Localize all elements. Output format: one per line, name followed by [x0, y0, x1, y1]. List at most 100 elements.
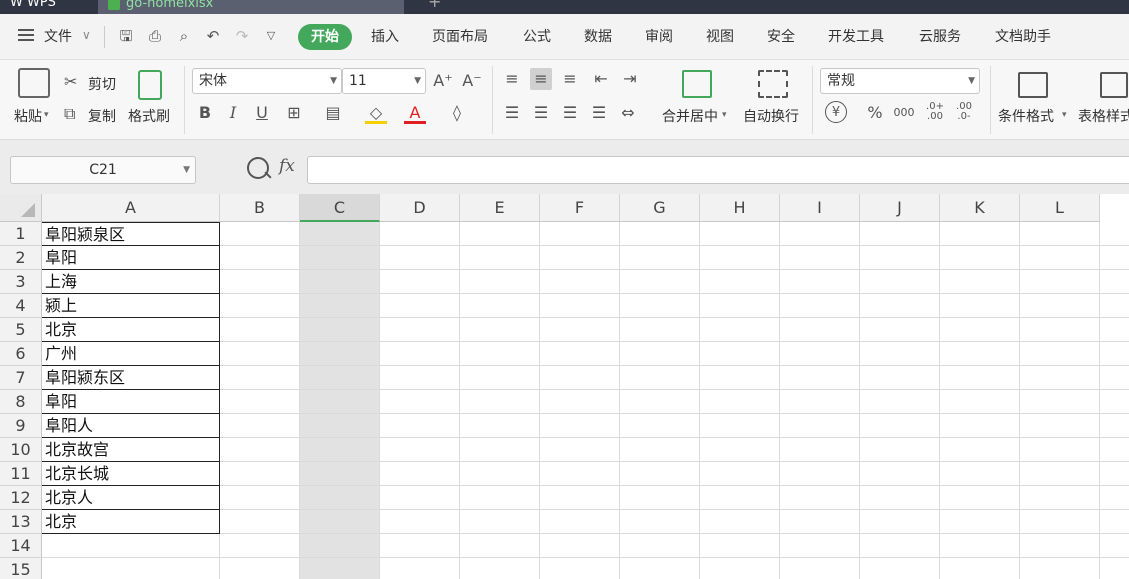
align-right-icon[interactable]: ☰: [559, 102, 581, 124]
border-icon[interactable]: ⊞: [283, 102, 305, 124]
column-header-f[interactable]: F: [540, 194, 620, 222]
tab-insert[interactable]: 插入: [371, 26, 399, 46]
chevron-down-icon[interactable]: ∨: [82, 28, 91, 42]
row-header-5[interactable]: 5: [0, 318, 42, 342]
font-name-select[interactable]: 宋体 ▼: [192, 68, 342, 94]
spreadsheet-grid[interactable]: A B C D E F G H I J K L 1 2 3 4 5 6 7 8 9 10 11 12 13 14 15 阜阳颍泉区 阜阳…: [0, 194, 1129, 579]
align-center-icon[interactable]: ☰: [530, 102, 552, 124]
justify-icon[interactable]: ☰: [588, 102, 610, 124]
decrease-font-icon[interactable]: A⁻: [461, 70, 483, 92]
row-header-4[interactable]: 4: [0, 294, 42, 318]
tab-cloud[interactable]: 云服务: [919, 26, 961, 46]
row-header-7[interactable]: 7: [0, 366, 42, 390]
column-header-i[interactable]: I: [780, 194, 860, 222]
row-header-2[interactable]: 2: [0, 246, 42, 270]
bold-button[interactable]: B: [194, 102, 216, 124]
fill-color-icon[interactable]: ◇: [365, 102, 387, 124]
column-header-b[interactable]: B: [220, 194, 300, 222]
distribute-icon[interactable]: ⇔: [617, 102, 639, 124]
row-header-10[interactable]: 10: [0, 438, 42, 462]
cut-button[interactable]: 剪切: [88, 74, 116, 94]
conditional-format-button[interactable]: 条件格式: [998, 106, 1054, 126]
copy-icon[interactable]: ⧉: [64, 104, 75, 124]
menu-icon[interactable]: [18, 29, 34, 41]
tab-data[interactable]: 数据: [584, 26, 612, 46]
tab-formulas[interactable]: 公式: [523, 26, 551, 46]
cell-a13[interactable]: 北京: [42, 510, 220, 534]
align-left-icon[interactable]: ☰: [501, 102, 523, 124]
tab-view[interactable]: 视图: [706, 26, 734, 46]
chevron-down-icon[interactable]: ▾: [722, 110, 727, 120]
cell-a5[interactable]: 北京: [42, 318, 220, 342]
select-all-corner[interactable]: [0, 194, 42, 222]
row-header-15[interactable]: 15: [0, 558, 42, 579]
cell-a4[interactable]: 颍上: [42, 294, 220, 318]
column-header-j[interactable]: J: [860, 194, 940, 222]
paste-button[interactable]: 粘贴: [14, 106, 42, 126]
app-tab[interactable]: W WPS: [0, 0, 66, 14]
cell-a12[interactable]: 北京人: [42, 486, 220, 510]
row-header-3[interactable]: 3: [0, 270, 42, 294]
conditional-format-icon[interactable]: [1018, 72, 1048, 98]
new-tab-button[interactable]: +: [428, 0, 441, 11]
column-header-g[interactable]: G: [620, 194, 700, 222]
cell-a6[interactable]: 广州: [42, 342, 220, 366]
print-icon[interactable]: ⎙: [146, 27, 164, 45]
copy-button[interactable]: 复制: [88, 106, 116, 126]
currency-icon[interactable]: ¥: [825, 101, 847, 123]
scissors-icon[interactable]: ✂: [64, 72, 77, 91]
row-header-13[interactable]: 13: [0, 510, 42, 534]
column-header-e[interactable]: E: [460, 194, 540, 222]
document-tab[interactable]: go-homelxlsx: [98, 0, 404, 14]
name-box[interactable]: C21 ▼: [10, 156, 196, 184]
column-header-l[interactable]: L: [1020, 194, 1100, 222]
font-color-icon[interactable]: A: [404, 102, 426, 124]
merge-center-button[interactable]: 合并居中: [662, 106, 718, 126]
row-header-8[interactable]: 8: [0, 390, 42, 414]
tab-review[interactable]: 审阅: [645, 26, 673, 46]
tab-home[interactable]: 开始: [298, 24, 352, 50]
percent-button[interactable]: %: [864, 102, 886, 124]
number-format-select[interactable]: 常规 ▼: [820, 68, 980, 94]
cell-a3[interactable]: 上海: [42, 270, 220, 294]
formula-input[interactable]: [307, 156, 1129, 184]
increase-indent-icon[interactable]: ⇥: [619, 68, 641, 90]
decrease-indent-icon[interactable]: ⇤: [590, 68, 612, 90]
row-header-6[interactable]: 6: [0, 342, 42, 366]
format-painter-button[interactable]: 格式刷: [128, 106, 170, 126]
tab-assistant[interactable]: 文档助手: [995, 26, 1051, 46]
customize-toolbar-icon[interactable]: ▽: [262, 27, 280, 45]
fill-style-icon[interactable]: ▤: [322, 102, 344, 124]
function-button[interactable]: fx: [279, 156, 295, 176]
row-header-1[interactable]: 1: [0, 222, 42, 246]
cell-a7[interactable]: 阜阳颍东区: [42, 366, 220, 390]
cell-a11[interactable]: 北京长城: [42, 462, 220, 486]
column-header-d[interactable]: D: [380, 194, 460, 222]
column-header-k[interactable]: K: [940, 194, 1020, 222]
increase-font-icon[interactable]: A⁺: [432, 70, 454, 92]
clear-format-icon[interactable]: ◊: [446, 102, 468, 124]
undo-icon[interactable]: ↶: [204, 27, 222, 45]
cell-a8[interactable]: 阜阳: [42, 390, 220, 414]
table-style-icon[interactable]: [1100, 72, 1128, 98]
column-header-a[interactable]: A: [42, 194, 220, 222]
row-header-9[interactable]: 9: [0, 414, 42, 438]
paste-icon[interactable]: [18, 68, 50, 98]
increase-decimal-button[interactable]: .0+ .00: [924, 102, 946, 124]
decrease-decimal-button[interactable]: .00 .0-: [953, 102, 975, 124]
cell-a9[interactable]: 阜阳人: [42, 414, 220, 438]
table-style-button[interactable]: 表格样式: [1078, 106, 1129, 126]
chevron-down-icon[interactable]: ▾: [44, 110, 49, 120]
row-header-11[interactable]: 11: [0, 462, 42, 486]
underline-button[interactable]: U: [251, 102, 273, 124]
merge-center-icon[interactable]: [682, 70, 712, 98]
cell-a10[interactable]: 北京故宫: [42, 438, 220, 462]
align-middle-icon[interactable]: ≡: [530, 68, 552, 90]
font-size-select[interactable]: 11 ▼: [342, 68, 426, 94]
wrap-text-button[interactable]: 自动换行: [743, 106, 799, 126]
tab-page-layout[interactable]: 页面布局: [432, 26, 488, 46]
cell-a1[interactable]: 阜阳颍泉区: [42, 222, 220, 246]
redo-icon[interactable]: ↷: [233, 27, 251, 45]
wrap-text-icon[interactable]: [758, 70, 788, 98]
tab-developer[interactable]: 开发工具: [828, 26, 884, 46]
